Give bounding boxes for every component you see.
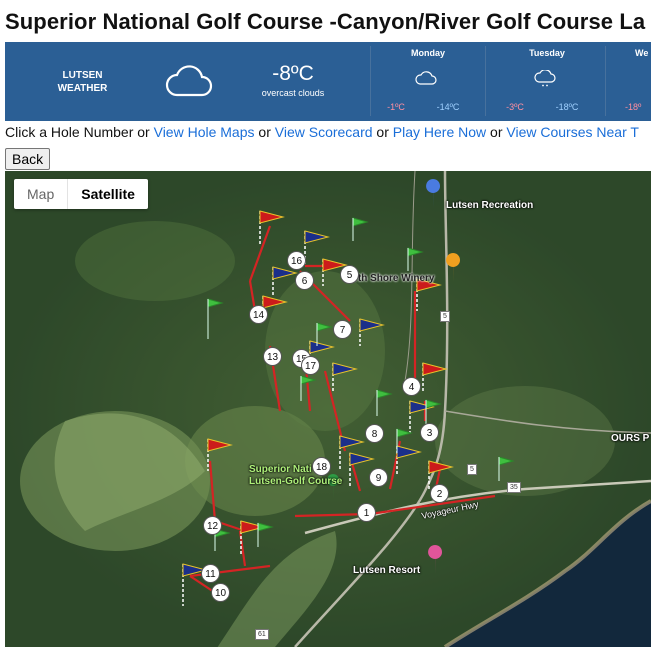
hole-marker-14[interactable]: 14: [249, 305, 268, 324]
forecast-day-name: Monday: [410, 48, 445, 58]
label-ours: OURS P: [611, 433, 650, 444]
weather-location: LUTSEN WEATHER: [45, 69, 120, 95]
highway-shield: 35: [507, 482, 521, 493]
hole-marker-7[interactable]: 7: [333, 320, 352, 339]
view-scorecard-link[interactable]: View Scorecard: [275, 124, 373, 140]
cloud-icon: [165, 65, 213, 97]
forecast-low: -18ºC: [555, 102, 579, 112]
hole-marker-8[interactable]: 8: [365, 424, 384, 443]
view-hole-maps-link[interactable]: View Hole Maps: [154, 124, 255, 140]
label-lutsen-recreation: Lutsen Recreation: [446, 200, 534, 211]
weather-location-name: LUTSEN: [62, 70, 103, 81]
hole-marker-6[interactable]: 6: [295, 271, 314, 290]
view-courses-near-link[interactable]: View Courses Near T: [506, 124, 639, 140]
nav-or: or: [254, 124, 275, 140]
nav-or: or: [372, 124, 393, 140]
hole-marker-10[interactable]: 10: [211, 583, 230, 602]
forecast-high: -1ºC: [387, 102, 405, 112]
cloud-snow-icon: [534, 70, 556, 87]
map-type-satellite-button[interactable]: Satellite: [67, 179, 148, 209]
map-type-map-button[interactable]: Map: [14, 179, 67, 209]
forecast-wednesday: We -18º: [605, 48, 651, 112]
hole-marker-1[interactable]: 1: [357, 503, 376, 522]
label-course-name: Superior Nati Lutsen-Golf Course: [249, 464, 359, 488]
current-weather: -8ºC overcast clouds: [253, 62, 333, 98]
forecast-day-name: Tuesday: [529, 48, 565, 58]
weather-divider: [370, 46, 371, 116]
forecast-high: -3ºC: [506, 102, 524, 112]
hole-marker-5[interactable]: 5: [340, 265, 359, 284]
cloud-icon: [415, 71, 437, 85]
satellite-imagery: [5, 171, 651, 647]
hole-marker-3[interactable]: 3: [420, 423, 439, 442]
label-lutsen-resort: Lutsen Resort: [353, 565, 421, 576]
map-type-control: Map Satellite: [14, 179, 148, 209]
nav-or: or: [486, 124, 507, 140]
label-course-line2: Lutsen-Golf Course: [249, 476, 343, 487]
hole-marker-12[interactable]: 12: [203, 516, 222, 535]
forecast-high: -18º: [625, 102, 642, 112]
weather-location-sub: WEATHER: [57, 83, 108, 94]
hole-marker-9[interactable]: 9: [369, 468, 388, 487]
hole-marker-13[interactable]: 13: [263, 347, 282, 366]
course-map[interactable]: Map Satellite Lutsen Recreation rth Shor…: [5, 171, 651, 647]
navigation-links: Click a Hole Number or View Hole Maps or…: [5, 124, 639, 140]
back-button[interactable]: Back: [5, 148, 51, 170]
label-winery: rth Shore Winery: [354, 273, 435, 284]
hole-marker-11[interactable]: 11: [201, 564, 220, 583]
current-temp: -8ºC: [272, 62, 314, 85]
forecast-low: -14ºC: [436, 102, 460, 112]
current-desc: overcast clouds: [261, 88, 325, 98]
weather-divider: [485, 46, 486, 116]
hole-marker-4[interactable]: 4: [402, 377, 421, 396]
highway-shield: 5: [467, 464, 477, 475]
hole-marker-18[interactable]: 18: [312, 457, 331, 476]
highway-shield: 5: [440, 311, 450, 322]
nav-prefix: Click a Hole Number or: [5, 124, 154, 140]
hole-marker-17[interactable]: 17: [301, 356, 320, 375]
forecast-day-name: We: [635, 48, 649, 58]
weather-widget: LUTSEN WEATHER -8ºC overcast clouds Mond…: [5, 42, 651, 121]
play-here-now-link[interactable]: Play Here Now: [393, 124, 486, 140]
hole-marker-2[interactable]: 2: [430, 484, 449, 503]
hole-marker-16[interactable]: 16: [287, 251, 306, 270]
label-course-line1: Superior Nati: [249, 464, 312, 475]
highway-shield: 61: [255, 629, 269, 640]
page-title: Superior National Golf Course -Canyon/Ri…: [5, 9, 646, 34]
forecast-tuesday: Tuesday -3ºC -18ºC: [492, 48, 602, 112]
forecast-monday: Monday -1ºC -14ºC: [373, 48, 483, 112]
